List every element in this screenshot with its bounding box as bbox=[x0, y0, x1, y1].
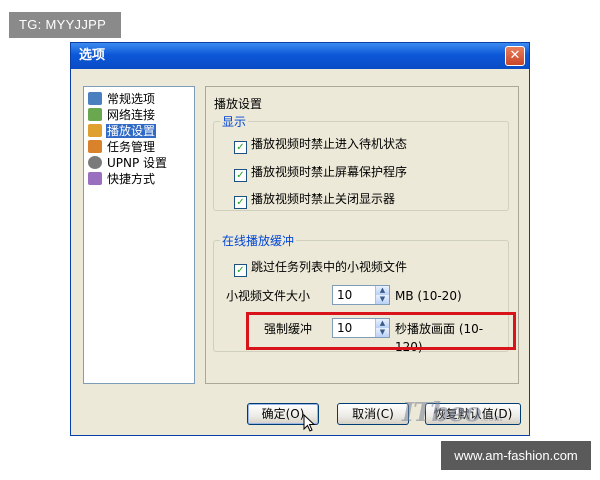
upnp-icon bbox=[88, 156, 102, 169]
category-tree[interactable]: 常规选项 网络连接 播放设置 任务管理 UPNP 设置 快捷方式 bbox=[83, 86, 195, 384]
checkbox-label: 跳过任务列表中的小视频文件 bbox=[251, 260, 408, 274]
no-screensaver-option[interactable]: ✓ 播放视频时禁止屏幕保护程序 bbox=[234, 164, 408, 182]
no-standby-checkbox[interactable]: ✓ bbox=[234, 141, 247, 154]
small-size-input[interactable] bbox=[333, 286, 379, 304]
mouse-cursor-icon bbox=[303, 414, 315, 432]
sidebar-item-label: 快捷方式 bbox=[107, 172, 156, 186]
checkbox-label: 播放视频时禁止屏幕保护程序 bbox=[251, 165, 408, 179]
site-watermark: www.am-fashion.com bbox=[441, 441, 591, 470]
panel-title: 播放设置 bbox=[214, 97, 263, 111]
spin-buttons[interactable]: ▲ ▼ bbox=[375, 286, 389, 304]
close-button[interactable]: ✕ bbox=[505, 46, 525, 66]
skip-small-files-option[interactable]: ✓ 跳过任务列表中的小视频文件 bbox=[234, 259, 408, 277]
sidebar-item-label: UPNP 设置 bbox=[107, 156, 168, 170]
chevron-up-icon[interactable]: ▲ bbox=[375, 286, 389, 295]
no-standby-option[interactable]: ✓ 播放视频时禁止进入待机状态 bbox=[234, 136, 408, 154]
close-icon: ✕ bbox=[509, 48, 521, 63]
general-icon bbox=[88, 92, 102, 105]
checkbox-label: 播放视频时禁止关闭显示器 bbox=[251, 192, 396, 206]
small-size-stepper[interactable]: ▲ ▼ bbox=[332, 285, 390, 305]
window-title: 选项 bbox=[79, 48, 106, 63]
no-monitor-off-option[interactable]: ✓ 播放视频时禁止关闭显示器 bbox=[234, 191, 396, 209]
sidebar-item-label: 常规选项 bbox=[107, 92, 156, 106]
chevron-down-icon[interactable]: ▼ bbox=[375, 295, 389, 304]
highlight-box bbox=[246, 312, 516, 350]
task-icon bbox=[88, 140, 102, 153]
watermark-text: ITbeo bbox=[402, 398, 482, 428]
sidebar-item-task[interactable]: 任务管理 bbox=[88, 139, 156, 155]
no-screensaver-checkbox[interactable]: ✓ bbox=[234, 169, 247, 182]
small-size-unit: MB (10-20) bbox=[395, 289, 462, 303]
sidebar-item-label: 任务管理 bbox=[107, 140, 156, 154]
watermark-suffix: .com bbox=[480, 414, 503, 424]
sidebar-item-network[interactable]: 网络连接 bbox=[88, 107, 156, 123]
shortcut-icon bbox=[88, 172, 102, 185]
small-size-label: 小视频文件大小 bbox=[226, 289, 311, 303]
sidebar-item-upnp[interactable]: UPNP 设置 bbox=[88, 155, 168, 171]
playback-icon bbox=[88, 124, 102, 137]
skip-small-files-checkbox[interactable]: ✓ bbox=[234, 264, 247, 277]
network-icon bbox=[88, 108, 102, 121]
cancel-button[interactable]: 取消(C) bbox=[337, 403, 409, 425]
sidebar-item-label: 播放设置 bbox=[106, 124, 157, 138]
sidebar-item-playback[interactable]: 播放设置 bbox=[88, 123, 157, 139]
options-dialog: 选项 ✕ 常规选项 网络连接 播放设置 任务管理 UPNP 设置 快捷方式 播放… bbox=[70, 42, 530, 436]
sidebar-item-label: 网络连接 bbox=[107, 108, 156, 122]
group-legend: 显示 bbox=[220, 113, 249, 130]
no-monitor-off-checkbox[interactable]: ✓ bbox=[234, 196, 247, 209]
image-watermark: ITbeo.com bbox=[402, 398, 502, 428]
sidebar-item-shortcut[interactable]: 快捷方式 bbox=[88, 171, 156, 187]
sidebar-item-general[interactable]: 常规选项 bbox=[88, 91, 156, 107]
display-group: 显示 ✓ 播放视频时禁止进入待机状态 ✓ 播放视频时禁止屏幕保护程序 ✓ 播放视频时禁… bbox=[213, 113, 509, 211]
checkbox-label: 播放视频时禁止进入待机状态 bbox=[251, 137, 408, 151]
overlay-tag: TG: MYYJJPP bbox=[9, 12, 121, 38]
title-bar[interactable]: 选项 ✕ bbox=[71, 43, 529, 69]
group-legend: 在线播放缓冲 bbox=[220, 232, 297, 249]
